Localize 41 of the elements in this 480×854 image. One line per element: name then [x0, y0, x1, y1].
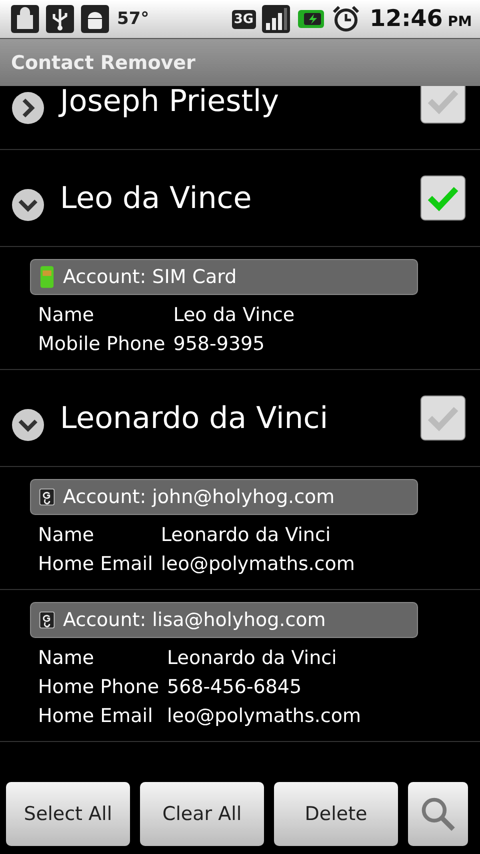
field-value: Leo da Vince — [173, 303, 296, 328]
field-label: Name — [38, 303, 96, 328]
contact-name: Joseph Priestly — [60, 86, 280, 118]
signal-icon — [260, 4, 291, 34]
contact-name: Leo da Vince — [60, 180, 253, 216]
bag-icon — [10, 4, 40, 34]
field-label: Name — [38, 523, 96, 548]
checkbox[interactable] — [420, 175, 466, 221]
delete-button[interactable]: Delete — [274, 782, 398, 846]
field-label: Mobile Phone — [38, 332, 166, 357]
search-icon — [419, 795, 457, 833]
app-title: Contact Remover — [11, 52, 196, 74]
checkbox[interactable] — [420, 395, 466, 441]
field-label: Home Phone — [38, 675, 160, 700]
clear-all-button[interactable]: Clear All — [140, 782, 264, 846]
account-label: Account: SIM Card — [63, 266, 237, 288]
network-type: 3G — [232, 10, 256, 28]
clock-time: 12:46 — [370, 6, 443, 32]
field-value: Leonardo da Vinci — [160, 523, 332, 548]
checkbox[interactable] — [420, 86, 466, 124]
field-label: Home Email — [38, 704, 154, 729]
search-button[interactable] — [408, 782, 468, 846]
sim-card-icon — [39, 265, 55, 289]
field-label: Name — [38, 646, 96, 671]
usb-icon — [45, 4, 75, 34]
contact-name: Leonardo da Vinci — [60, 400, 330, 436]
collapse-icon[interactable] — [10, 407, 46, 443]
account-label: Account: lisa@holyhog.com — [63, 609, 326, 631]
account-label: Account: john@holyhog.com — [63, 486, 335, 508]
field-value: 958-9395 — [173, 332, 266, 357]
temperature: 57° — [117, 9, 150, 29]
field-value: Leonardo da Vinci — [167, 646, 338, 671]
collapse-icon[interactable] — [10, 187, 46, 223]
alarm-clock-icon — [330, 4, 361, 34]
field-value: leo@polymaths.com — [160, 552, 356, 577]
select-all-button[interactable]: Select All — [6, 782, 130, 846]
field-value: 568-456-6845 — [167, 675, 303, 700]
field-value: leo@polymaths.com — [167, 704, 362, 729]
field-label: Home Email — [38, 552, 153, 577]
clock-period: PM — [448, 14, 472, 30]
expand-icon[interactable] — [10, 90, 46, 126]
